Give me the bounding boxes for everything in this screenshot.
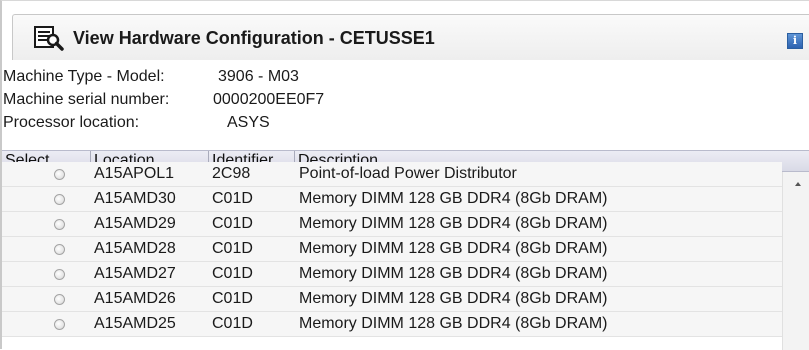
row-select-radio[interactable]	[54, 219, 65, 230]
scroll-up-arrow-icon[interactable]	[795, 182, 801, 186]
cell-location: A15AMD25	[94, 315, 176, 332]
cell-location: A15AMD26	[94, 290, 176, 307]
cell-identifier: C01D	[212, 240, 253, 257]
window-title: View Hardware Configuration - CETUSSE1	[73, 28, 435, 48]
cell-identifier: C01D	[212, 190, 253, 207]
table-row[interactable]: A15AMD28 C01D Memory DIMM 128 GB DDR4 (8…	[2, 237, 782, 262]
cell-description: Memory DIMM 128 GB DDR4 (8Gb DRAM)	[299, 315, 608, 332]
cell-identifier: C01D	[212, 315, 253, 332]
cell-description: Memory DIMM 128 GB DDR4 (8Gb DRAM)	[299, 190, 608, 207]
cell-identifier: 2C98	[212, 165, 251, 182]
row-select-radio[interactable]	[54, 244, 65, 255]
cell-location: A15AMD27	[94, 265, 176, 282]
table-row[interactable]: A15APOL1 2C98 Point-of-load Power Distri…	[2, 162, 782, 187]
cell-identifier: C01D	[212, 215, 253, 232]
cell-location: A15AMD28	[94, 240, 176, 257]
cell-identifier: C01D	[212, 290, 253, 307]
row-select-radio[interactable]	[54, 269, 65, 280]
table-row[interactable]: A15AMD29 C01D Memory DIMM 128 GB DDR4 (8…	[2, 212, 782, 237]
hardware-table: Select Location Identifier Description A…	[2, 150, 809, 350]
machine-type-label: Machine Type - Model:	[3, 68, 165, 85]
title-bar: View Hardware Configuration - CETUSSE1	[12, 14, 809, 60]
row-select-radio[interactable]	[54, 169, 65, 180]
cell-location: A15APOL1	[94, 165, 175, 182]
table-body: A15APOL1 2C98 Point-of-load Power Distri…	[2, 162, 809, 350]
cell-identifier: C01D	[212, 265, 253, 282]
processor-location-value: ASYS	[227, 114, 270, 131]
cell-description: Memory DIMM 128 GB DDR4 (8Gb DRAM)	[299, 265, 608, 282]
cell-location: A15AMD30	[94, 190, 176, 207]
table-row[interactable]: A15AMD27 C01D Memory DIMM 128 GB DDR4 (8…	[2, 262, 782, 287]
hardware-config-window: View Hardware Configuration - CETUSSE1 i…	[0, 0, 809, 350]
cell-location: A15AMD29	[94, 215, 176, 232]
hardware-config-icon	[34, 26, 64, 51]
table-row[interactable]: A15AMD25 C01D Memory DIMM 128 GB DDR4 (8…	[2, 312, 782, 337]
table-scrollbar[interactable]	[782, 172, 809, 350]
cell-description: Memory DIMM 128 GB DDR4 (8Gb DRAM)	[299, 215, 608, 232]
row-select-radio[interactable]	[54, 319, 65, 330]
serial-number-label: Machine serial number:	[3, 91, 170, 108]
table-row[interactable]: A15AMD30 C01D Memory DIMM 128 GB DDR4 (8…	[2, 187, 782, 212]
machine-type-value: 3906 - M03	[218, 68, 299, 85]
cell-description: Memory DIMM 128 GB DDR4 (8Gb DRAM)	[299, 290, 608, 307]
processor-location-label: Processor location:	[3, 114, 140, 131]
cell-description: Point-of-load Power Distributor	[299, 165, 517, 182]
table-row[interactable]: A15AMD26 C01D Memory DIMM 128 GB DDR4 (8…	[2, 287, 782, 312]
row-select-radio[interactable]	[54, 194, 65, 205]
info-icon[interactable]: i	[787, 33, 803, 49]
cell-description: Memory DIMM 128 GB DDR4 (8Gb DRAM)	[299, 240, 608, 257]
row-select-radio[interactable]	[54, 294, 65, 305]
serial-number-value: 0000200EE0F7	[213, 91, 325, 108]
